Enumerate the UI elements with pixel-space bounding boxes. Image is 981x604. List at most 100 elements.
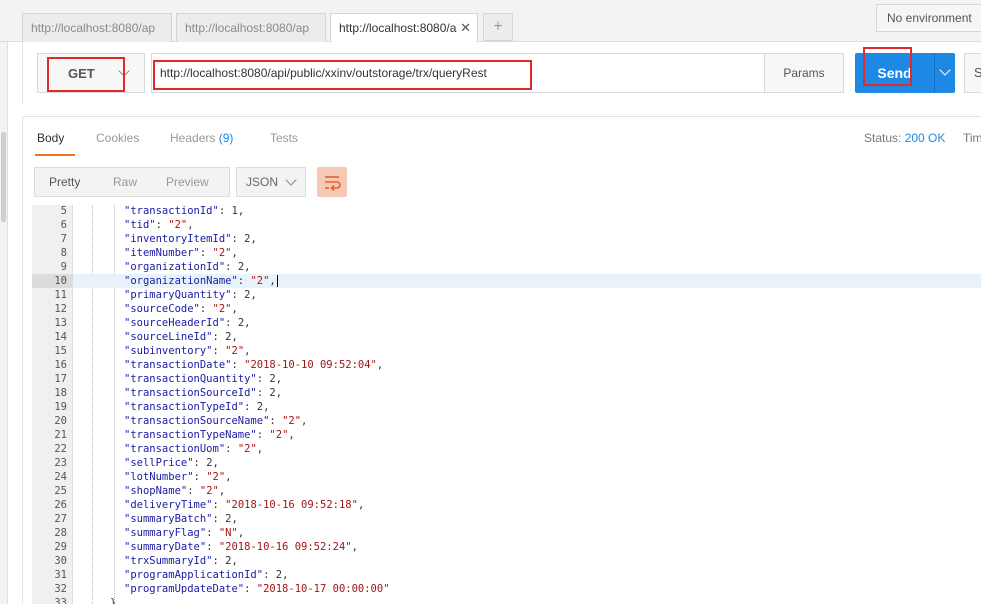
code-line: 18 "transactionSourceId": 2, [32, 386, 981, 400]
line-number: 12 [54, 303, 67, 315]
code-text: "summaryBatch": 2, [124, 513, 238, 525]
line-number: 33 [54, 597, 67, 604]
line-number: 19 [54, 401, 67, 413]
line-number: 24 [54, 471, 67, 483]
save-button[interactable]: S [964, 53, 981, 93]
new-tab-button[interactable]: + [483, 13, 513, 41]
line-number: 20 [54, 415, 67, 427]
code-text: "subinventory": "2", [124, 345, 251, 357]
view-raw-button[interactable]: Raw [113, 168, 137, 196]
text-caret [276, 275, 278, 287]
request-tab-2[interactable]: http://localhost:8080/ap [176, 13, 326, 42]
code-text: "transactionQuantity": 2, [124, 373, 283, 385]
code-line: 11 "primaryQuantity": 2, [32, 288, 981, 302]
code-text: "programApplicationId": 2, [124, 569, 289, 581]
code-text: "transactionDate": "2018-10-10 09:52:04"… [124, 359, 384, 371]
line-number: 16 [54, 359, 67, 371]
line-number: 18 [54, 387, 67, 399]
code-text: "transactionTypeName": "2", [124, 429, 295, 441]
code-line: 29 "summaryDate": "2018-10-16 09:52:24", [32, 540, 981, 554]
request-bar: GET http://localhost:8080/api/public/xxi… [22, 42, 981, 104]
send-options-button[interactable] [934, 53, 955, 93]
chevron-down-icon [285, 174, 297, 186]
code-text: "sourceCode": "2", [124, 303, 238, 315]
code-line: 21 "transactionTypeName": "2", [32, 428, 981, 442]
code-line: 33} [32, 596, 981, 604]
code-text: "deliveryTime": "2018-10-16 09:52:18", [124, 499, 365, 511]
code-text: "trxSummaryId": 2, [124, 555, 238, 567]
code-line: 28 "summaryFlag": "N", [32, 526, 981, 540]
chevron-down-icon [939, 64, 951, 76]
wrap-lines-icon[interactable] [317, 167, 347, 197]
line-number: 27 [54, 513, 67, 525]
params-button[interactable]: Params [764, 53, 844, 93]
code-text: "transactionTypeId": 2, [124, 401, 270, 413]
view-preview-button[interactable]: Preview [166, 168, 209, 196]
code-line: 8 "itemNumber": "2", [32, 246, 981, 260]
code-text: "transactionUom": "2", [124, 443, 264, 455]
code-line: 5 "transactionId": 1, [32, 205, 981, 218]
code-text: "primaryQuantity": 2, [124, 289, 257, 301]
code-line: 25 "shopName": "2", [32, 484, 981, 498]
line-number: 9 [60, 261, 67, 273]
status-indicator: Status: 200 OK [864, 131, 945, 145]
status-value: 200 OK [904, 131, 946, 145]
line-number: 21 [54, 429, 67, 441]
close-icon[interactable]: ✕ [460, 14, 471, 42]
code-text: "organizationName": "2", [124, 275, 278, 287]
code-text: "organizationId": 2, [124, 261, 251, 273]
request-tab-1-label: http://localhost:8080/ap [31, 21, 156, 35]
line-number: 22 [54, 443, 67, 455]
code-text: "itemNumber": "2", [124, 247, 238, 259]
code-line: 13 "sourceHeaderId": 2, [32, 316, 981, 330]
code-line: 14 "sourceLineId": 2, [32, 330, 981, 344]
code-text: "transactionSourceName": "2", [124, 415, 308, 427]
left-scrollbar[interactable] [0, 42, 8, 604]
code-text: "transactionSourceId": 2, [124, 387, 283, 399]
request-tab-1[interactable]: http://localhost:8080/ap [22, 13, 172, 42]
line-number: 5 [60, 205, 67, 217]
code-text: "programUpdateDate": "2018-10-17 00:00:0… [124, 583, 390, 595]
highlight-box-method [47, 57, 125, 92]
line-number: 7 [60, 233, 67, 245]
code-line: 17 "transactionQuantity": 2, [32, 372, 981, 386]
line-number: 32 [54, 583, 67, 595]
scroll-thumb[interactable] [1, 132, 6, 222]
tab-cookies[interactable]: Cookies [96, 131, 139, 145]
active-tab-indicator [35, 154, 75, 156]
tab-tests[interactable]: Tests [270, 131, 298, 145]
code-line: 12 "sourceCode": "2", [32, 302, 981, 316]
line-number: 15 [54, 345, 67, 357]
tab-body[interactable]: Body [37, 131, 64, 145]
request-tab-3[interactable]: http://localhost:8080/a ✕ [330, 13, 478, 43]
format-label: JSON [246, 175, 279, 189]
environment-selector[interactable]: No environment [876, 4, 981, 32]
code-line: 23 "sellPrice": 2, [32, 456, 981, 470]
line-number: 30 [54, 555, 67, 567]
code-line: 10 "organizationName": "2", [32, 274, 981, 288]
line-number: 13 [54, 317, 67, 329]
code-text: "sourceLineId": 2, [124, 331, 238, 343]
view-pretty-button[interactable]: Pretty [49, 168, 80, 196]
code-line: 15 "subinventory": "2", [32, 344, 981, 358]
code-line: 30 "trxSummaryId": 2, [32, 554, 981, 568]
tab-headers-label: Headers [170, 131, 216, 145]
request-tab-2-label: http://localhost:8080/ap [185, 21, 310, 35]
code-line: 16 "transactionDate": "2018-10-10 09:52:0… [32, 358, 981, 372]
code-text: "inventoryItemId": 2, [124, 233, 257, 245]
code-line: 19 "transactionTypeId": 2, [32, 400, 981, 414]
headers-count-badge: (9) [218, 131, 234, 145]
code-text: } [110, 597, 117, 604]
line-number: 17 [54, 373, 67, 385]
code-text: "sellPrice": 2, [124, 457, 219, 469]
code-text: "summaryFlag": "N", [124, 527, 245, 539]
code-text: "sourceHeaderId": 2, [124, 317, 251, 329]
status-label: Status: [864, 131, 902, 145]
tab-headers[interactable]: Headers (9) [170, 131, 233, 145]
format-dropdown[interactable]: JSON [236, 167, 306, 197]
line-number: 10 [32, 274, 73, 288]
response-body-editor[interactable]: 5 "transactionId": 1, 6 "tid": "2", 7 "invent… [32, 205, 981, 604]
line-number: 11 [54, 289, 67, 301]
line-number: 6 [60, 219, 67, 231]
line-number: 26 [54, 499, 67, 511]
